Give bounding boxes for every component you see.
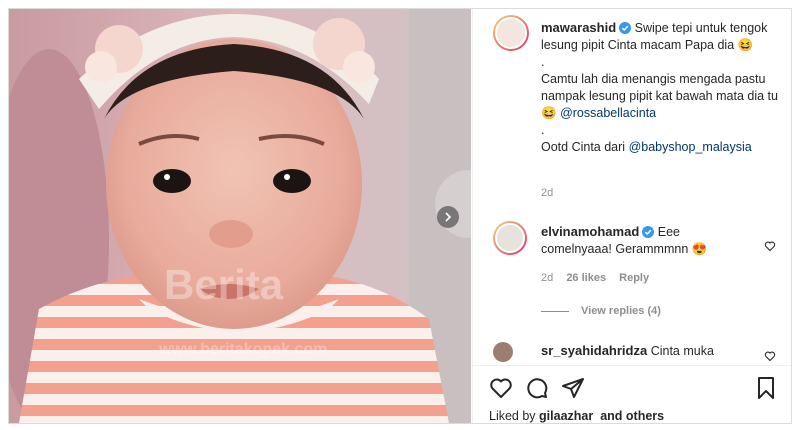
- comment-age: 2d: [541, 272, 554, 284]
- comments-panel: mawarashid Swipe tepi untuk tengok lesun…: [472, 9, 791, 423]
- heart-icon[interactable]: [764, 240, 776, 252]
- comment-text: Cinta muka: [650, 344, 714, 358]
- comment-username[interactable]: elvinamohamad: [541, 224, 639, 239]
- caption-line-4: .: [541, 123, 545, 137]
- view-replies-label: View replies (4): [581, 305, 661, 317]
- comment-meta: 2d 26 likes Reply: [541, 272, 659, 284]
- caption-line-5: Ootd Cinta dari: [541, 140, 626, 154]
- instagram-post: Berita www.beritakopek.com mawarashid Sw…: [8, 8, 792, 424]
- comment: sr_syahidahridza Cinta muka: [541, 343, 714, 358]
- chevron-right-icon: [445, 212, 452, 222]
- bookmark-icon[interactable]: [754, 376, 778, 400]
- post-caption: mawarashid Swipe tepi untuk tengok lesun…: [541, 19, 781, 156]
- svg-text:Berita: Berita: [164, 261, 284, 308]
- svg-text:www.beritakopek.com: www.beritakopek.com: [158, 341, 327, 358]
- next-photo-button[interactable]: [437, 206, 459, 228]
- liked-by-others[interactable]: and others: [600, 409, 664, 423]
- comment-likes[interactable]: 26 likes: [566, 272, 606, 284]
- divider-line: [541, 310, 569, 312]
- post-timestamp: 2d: [541, 187, 554, 199]
- reply-button[interactable]: Reply: [619, 272, 649, 284]
- comment-icon[interactable]: [525, 376, 549, 400]
- paper-plane-icon[interactable]: [561, 376, 585, 400]
- caption-line-2: .: [541, 55, 545, 69]
- commenter-avatar[interactable]: [493, 221, 527, 255]
- author-username[interactable]: mawarashid: [541, 20, 616, 35]
- liked-by-prefix: Liked by: [489, 409, 536, 423]
- author-avatar[interactable]: [493, 15, 529, 51]
- comment-username[interactable]: sr_syahidahridza: [541, 343, 647, 358]
- commenter-avatar[interactable]: [493, 342, 513, 362]
- view-replies-button[interactable]: View replies (4): [541, 305, 661, 317]
- comment: elvinamohamad Eee comelnyaaa! Gerammmnn …: [541, 223, 751, 258]
- mention-link-babyshop[interactable]: @babyshop_malaysia: [629, 140, 752, 154]
- verified-badge-icon: [619, 22, 632, 34]
- action-bar: Liked by gilaazhar and others: [473, 365, 791, 423]
- liked-by-text: Liked by gilaazhar and others: [489, 409, 664, 423]
- verified-badge-icon: [642, 226, 655, 238]
- baby-photo-illustration: Berita www.beritakopek.com: [9, 9, 471, 423]
- post-photo[interactable]: Berita www.beritakopek.com: [9, 9, 471, 423]
- mention-link-rossabellacinta[interactable]: @rossabellacinta: [560, 106, 656, 120]
- liked-by-user[interactable]: gilaazhar: [539, 409, 593, 423]
- heart-icon[interactable]: [764, 350, 776, 362]
- heart-icon[interactable]: [489, 376, 513, 400]
